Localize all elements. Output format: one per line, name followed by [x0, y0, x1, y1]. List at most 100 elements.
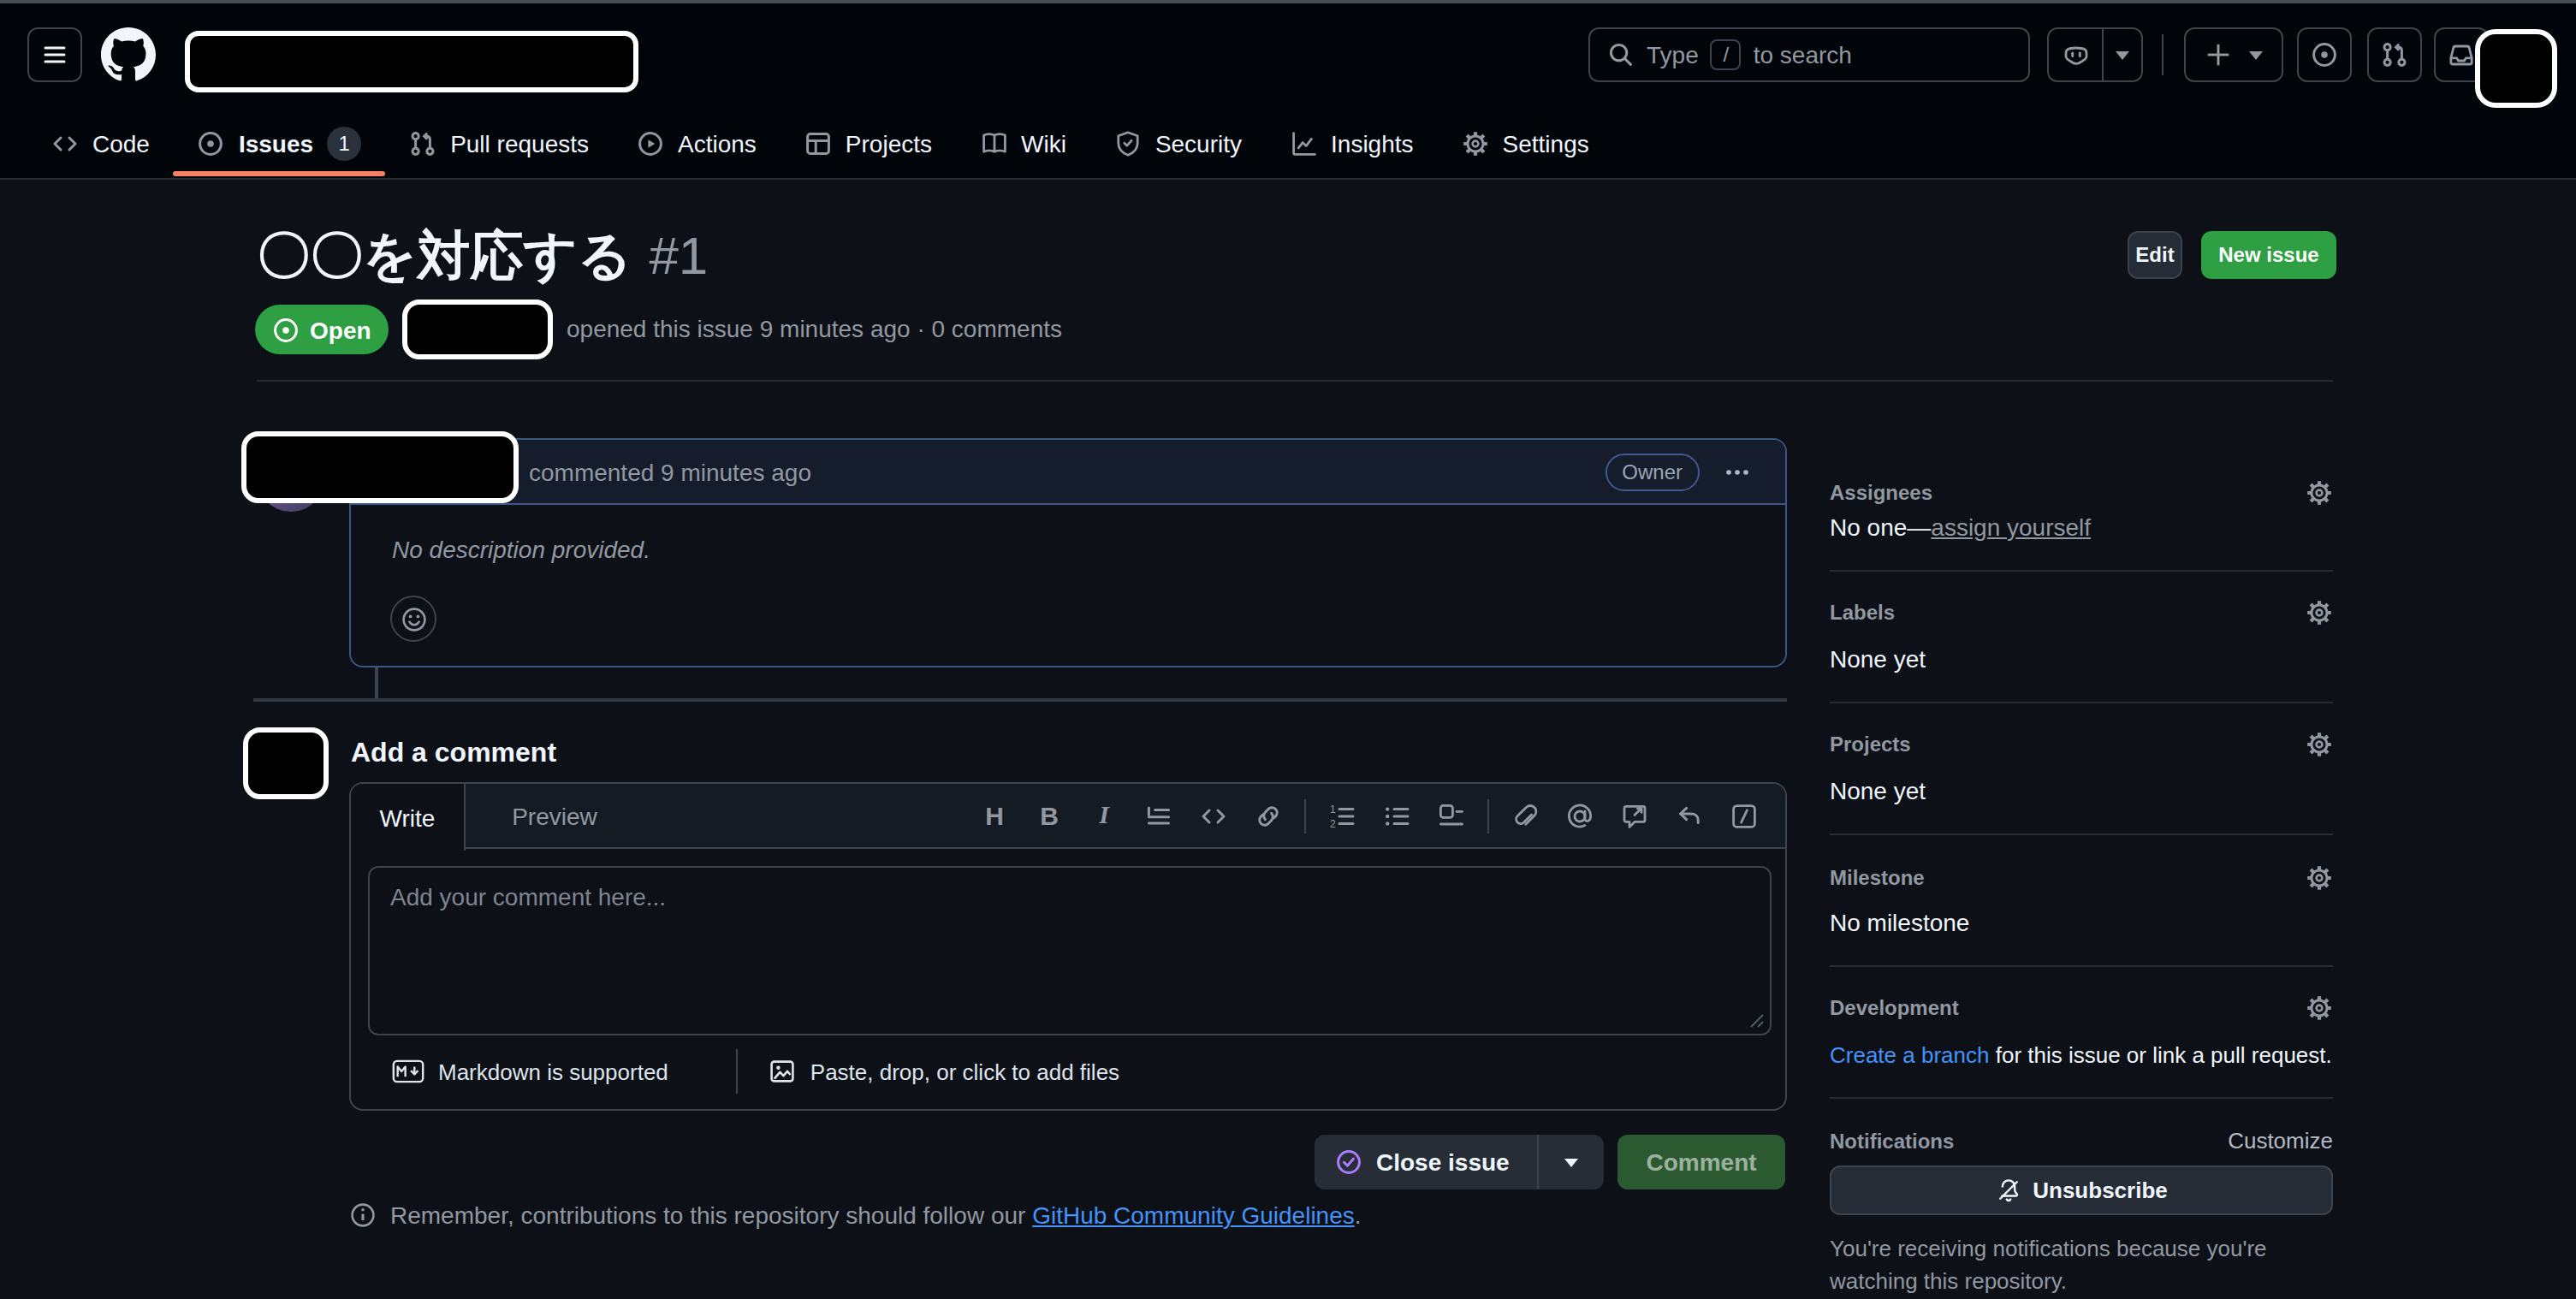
section-title: Labels: [1830, 601, 1895, 625]
sidebar-divider: [1830, 833, 2333, 835]
resize-handle[interactable]: [1749, 1013, 1765, 1029]
sidebar-divider: [1830, 702, 2333, 703]
comment-author-redacted[interactable]: [241, 431, 519, 503]
code-icon[interactable]: [1186, 783, 1241, 848]
section-title: Development: [1830, 996, 1959, 1020]
section-title: Projects: [1830, 733, 1911, 756]
comment-button[interactable]: Comment: [1617, 1135, 1785, 1189]
new-issue-button[interactable]: New issue: [2201, 231, 2336, 279]
heading-icon[interactable]: H: [967, 783, 1022, 848]
tab-wiki[interactable]: Wiki: [956, 110, 1090, 178]
comment-composer: Write Preview H B I 12: [349, 782, 1787, 1111]
user-avatar-redacted[interactable]: [2475, 29, 2557, 108]
info-icon: [349, 1201, 377, 1229]
sidebar-section-projects: Projects: [1830, 731, 2333, 758]
sidebar-divider: [1830, 1097, 2333, 1099]
create-new-button[interactable]: [2184, 27, 2283, 82]
repo-breadcrumb-redacted[interactable]: [185, 31, 638, 92]
code-icon: [51, 130, 79, 157]
github-logo-icon: [101, 27, 156, 82]
cross-reference-icon[interactable]: [1607, 783, 1662, 848]
search-placeholder-prefix: Type: [1647, 41, 1699, 68]
tab-projects[interactable]: Projects: [781, 110, 956, 178]
markdown-icon[interactable]: [392, 1059, 424, 1083]
tab-label: Settings: [1503, 130, 1589, 157]
guidelines-note: Remember, contributions to this reposito…: [349, 1201, 1362, 1229]
tasklist-icon[interactable]: [1424, 783, 1479, 848]
gear-icon: [1462, 130, 1489, 157]
comment-textarea[interactable]: Add your comment here...: [368, 866, 1772, 1035]
issue-opened-icon: [2311, 41, 2338, 68]
footer-separator: [737, 1049, 739, 1094]
italic-icon[interactable]: I: [1077, 783, 1131, 848]
issue-author-redacted[interactable]: [402, 300, 553, 359]
owner-badge: Owner: [1605, 453, 1700, 490]
close-issue-dropdown[interactable]: [1539, 1135, 1604, 1189]
play-icon: [637, 130, 664, 157]
tab-settings[interactable]: Settings: [1438, 110, 1613, 178]
timeline-connector: [375, 667, 378, 698]
tab-actions[interactable]: Actions: [613, 110, 781, 178]
reply-icon[interactable]: [1662, 783, 1717, 848]
sidebar-section-development: Development: [1830, 994, 2333, 1022]
assign-yourself-link[interactable]: assign yourself: [1931, 513, 2091, 541]
link-icon[interactable]: [1241, 783, 1296, 848]
paste-note[interactable]: Paste, drop, or click to add files: [810, 1059, 1119, 1084]
sidebar-section-milestone: Milestone: [1830, 864, 2333, 892]
tab-preview[interactable]: Preview: [466, 784, 644, 847]
gear-icon[interactable]: [2306, 864, 2333, 892]
guidelines-text: Remember, contributions to this reposito…: [390, 1201, 1362, 1229]
labels-value: None yet: [1830, 645, 2333, 673]
community-guidelines-link[interactable]: GitHub Community Guidelines: [1032, 1201, 1355, 1229]
unsubscribe-button[interactable]: Unsubscribe: [1830, 1166, 2333, 1215]
app-header: Type / to search: [0, 0, 2576, 110]
section-title: Milestone: [1830, 866, 1925, 890]
issues-header-button[interactable]: [2297, 27, 2352, 82]
slash-command-icon[interactable]: [1717, 783, 1772, 848]
issue-number: #1: [649, 217, 708, 296]
customize-link[interactable]: Customize: [2228, 1128, 2333, 1154]
kebab-menu-icon[interactable]: [1724, 458, 1751, 485]
gear-icon[interactable]: [2306, 599, 2333, 626]
issue-opened-icon: [198, 130, 225, 157]
unordered-list-icon[interactable]: [1369, 783, 1424, 848]
markdown-note[interactable]: Markdown is supported: [438, 1059, 668, 1084]
add-reaction-button[interactable]: [390, 596, 436, 642]
pull-request-icon: [2381, 41, 2408, 68]
book-icon: [980, 130, 1007, 157]
milestone-value: No milestone: [1830, 909, 2333, 936]
hamburger-menu-button[interactable]: [27, 27, 82, 82]
gear-icon[interactable]: [2306, 731, 2333, 758]
comment-body: No description provided.: [392, 536, 650, 563]
svg-text:1: 1: [1330, 803, 1336, 815]
quote-icon[interactable]: [1131, 783, 1186, 848]
tab-write[interactable]: Write: [351, 784, 466, 851]
copilot-button[interactable]: [2047, 27, 2143, 82]
sidebar-section-assignees: Assignees: [1830, 479, 2333, 507]
tab-code[interactable]: Code: [27, 110, 174, 178]
edit-button[interactable]: Edit: [2128, 231, 2182, 279]
pull-requests-header-button[interactable]: [2367, 27, 2422, 82]
tab-pull-requests[interactable]: Pull requests: [385, 110, 613, 178]
close-issue-button[interactable]: Close issue: [1315, 1135, 1537, 1189]
comment-header: commented 9 minutes ago Owner: [351, 440, 1785, 505]
gear-icon[interactable]: [2306, 994, 2333, 1022]
create-branch-link[interactable]: Create a branch: [1830, 1042, 1989, 1068]
toolbar-separator: [1304, 798, 1306, 833]
mention-icon[interactable]: [1552, 783, 1607, 848]
github-issue-page: Type / to search Code: [0, 0, 2576, 1299]
create-new-caret: [2249, 50, 2263, 59]
issue-title: 〇〇を対応する #1: [257, 217, 708, 296]
plus-icon: [2205, 41, 2232, 68]
tab-label: Projects: [846, 130, 932, 157]
gear-icon[interactable]: [2306, 479, 2333, 507]
tab-issues[interactable]: Issues 1: [174, 110, 385, 178]
search-input[interactable]: Type / to search: [1588, 27, 2030, 82]
comment-placeholder: Add your comment here...: [390, 883, 666, 910]
ordered-list-icon[interactable]: 12: [1315, 783, 1369, 848]
tab-insights[interactable]: Insights: [1266, 110, 1438, 178]
bold-icon[interactable]: B: [1022, 783, 1077, 848]
tab-security[interactable]: Security: [1090, 110, 1266, 178]
attach-file-icon[interactable]: [1498, 783, 1552, 848]
markdown-toolbar: H B I 12: [967, 784, 1785, 847]
